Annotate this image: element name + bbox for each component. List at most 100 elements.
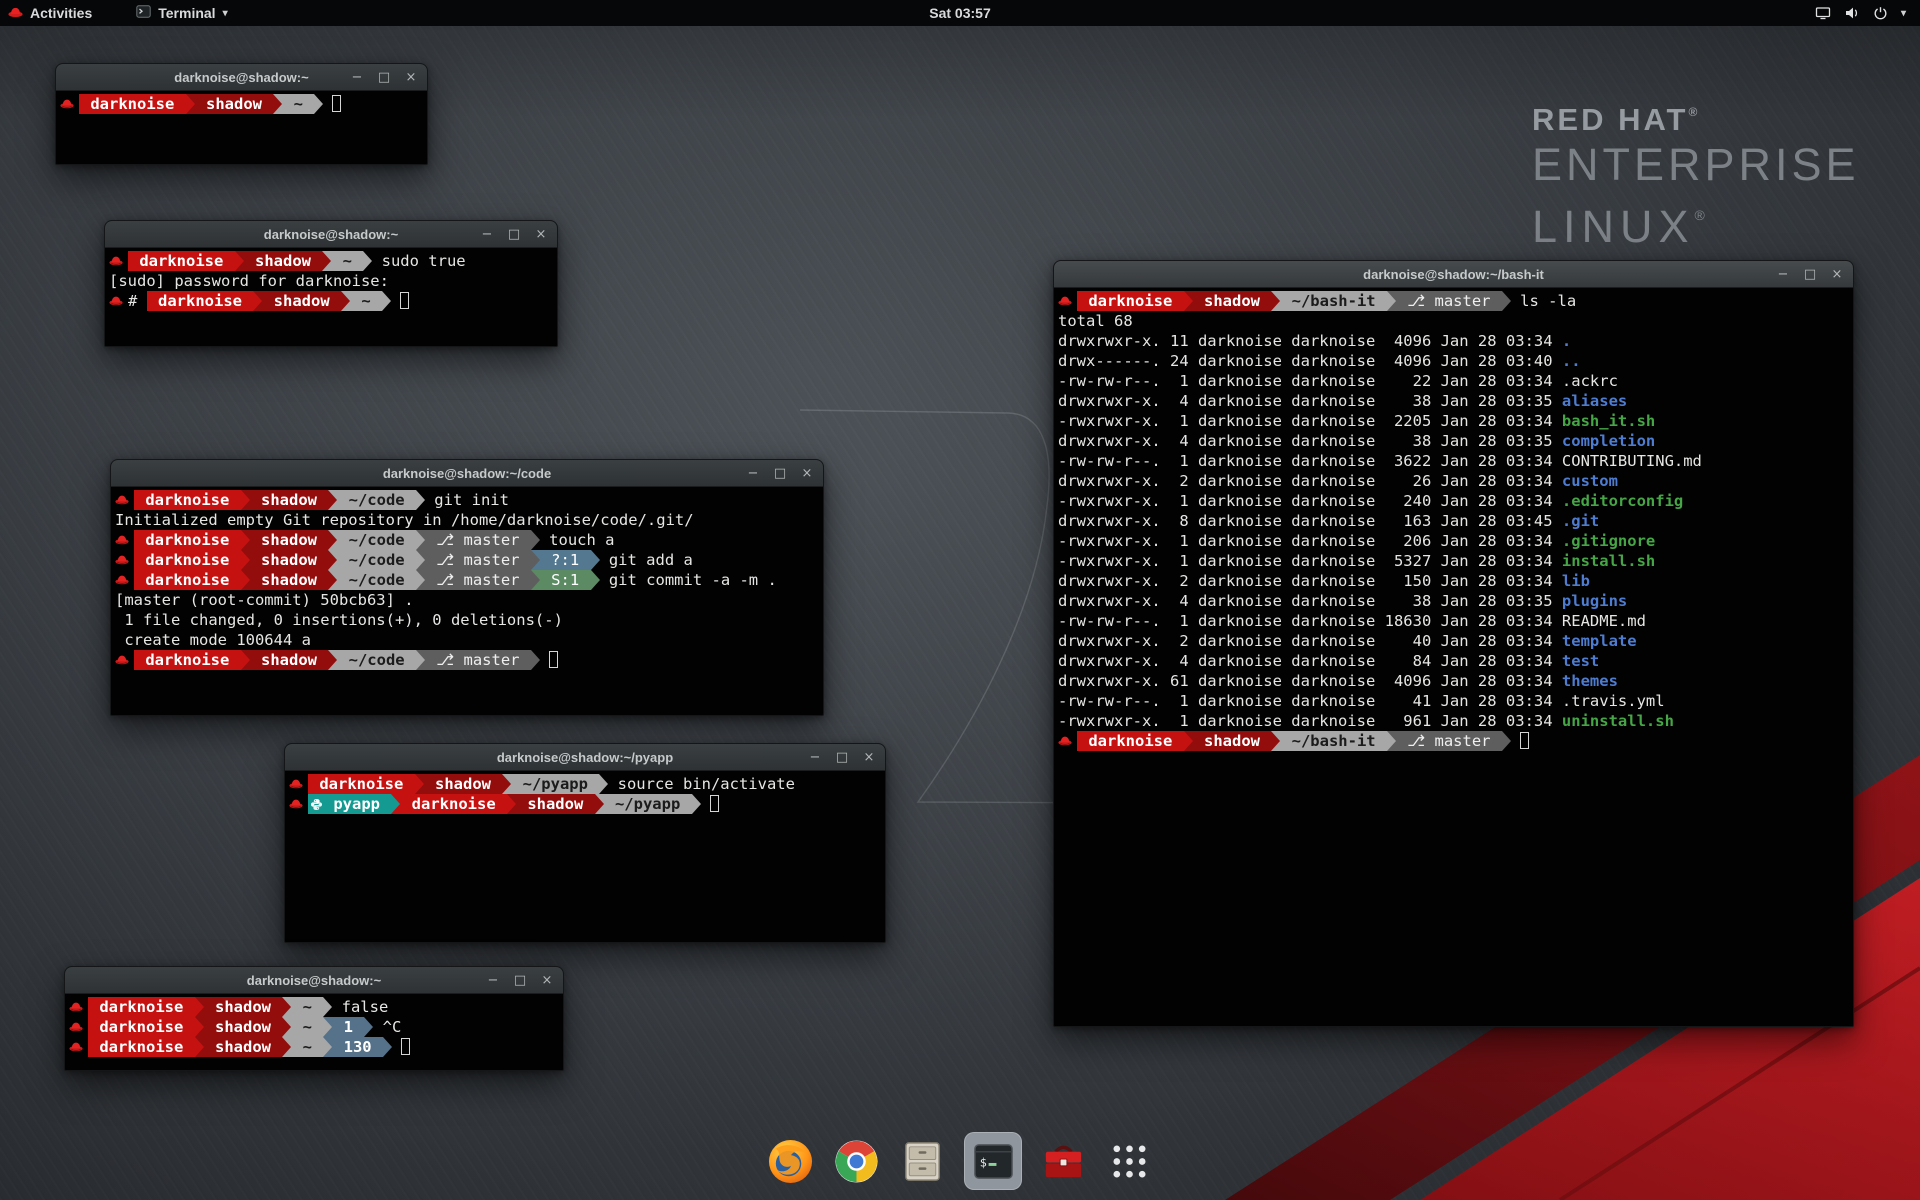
top-bar: Activities Terminal ▾ Sat 03:57 ▾ — [0, 0, 1920, 26]
terminal-line: darknoise shadow ~ 130 — [69, 1037, 563, 1057]
minimize-button[interactable]: − — [350, 71, 364, 84]
redhat-prompt-icon — [115, 570, 134, 590]
prompt-segment-user: darknoise — [147, 291, 254, 311]
terminal-text: git add a — [600, 551, 693, 569]
terminal-cursor — [1520, 732, 1529, 749]
window-titlebar[interactable]: darknoise@shadow:~/pyapp−□× — [285, 744, 885, 771]
powerline-arrow — [502, 774, 511, 794]
close-button[interactable]: × — [534, 228, 548, 241]
terminal-content[interactable]: darknoise shadow ~/code git initInitiali… — [111, 487, 823, 715]
redhat-logo-icon — [8, 5, 23, 21]
terminal-window[interactable]: darknoise@shadow:~−□× darknoise shadow ~… — [104, 220, 558, 347]
terminal-text: [sudo] password for darknoise: — [109, 272, 389, 290]
files-icon[interactable] — [898, 1137, 947, 1186]
redhat-prompt-icon — [109, 251, 128, 271]
terminal-content[interactable]: darknoise shadow ~ false darknoise shado… — [65, 994, 563, 1070]
terminal-text: -rw-rw-r--. 1 darknoise darknoise 22 Jan… — [1058, 372, 1618, 390]
app-menu-terminal[interactable]: Terminal ▾ — [126, 0, 237, 26]
prompt-segment-user: darknoise — [1077, 731, 1184, 751]
terminal-line: drwxrwxr-x. 4 darknoise darknoise 38 Jan… — [1058, 591, 1853, 611]
terminal-cursor — [710, 795, 719, 812]
powerline-arrow — [282, 997, 291, 1017]
terminal-text: completion — [1562, 432, 1655, 450]
terminal-line: darknoise shadow ~/code ⎇ master S:1 git… — [115, 570, 823, 590]
window-titlebar[interactable]: darknoise@shadow:~−□× — [65, 967, 563, 994]
maximize-button[interactable]: □ — [835, 751, 849, 764]
terminal-text: .gitignore — [1562, 532, 1655, 550]
close-button[interactable]: × — [800, 467, 814, 480]
terminal-window[interactable]: darknoise@shadow:~/bash-it−□× darknoise … — [1053, 260, 1854, 1027]
terminal-window[interactable]: darknoise@shadow:~−□× darknoise shadow ~… — [64, 966, 564, 1071]
powerline-arrow — [241, 570, 250, 590]
powerline-arrow — [415, 774, 424, 794]
svg-text:$: $ — [979, 1155, 986, 1169]
terminal-line: -rw-rw-r--. 1 darknoise darknoise 3622 J… — [1058, 451, 1853, 471]
maximize-button[interactable]: □ — [773, 467, 787, 480]
terminal-text: sudo true — [372, 252, 465, 270]
terminal-content[interactable]: darknoise shadow ~/pyapp source bin/acti… — [285, 771, 885, 942]
terminal-text: drwxrwxr-x. 4 darknoise darknoise 38 Jan… — [1058, 592, 1562, 610]
terminal-content[interactable]: darknoise shadow ~/bash-it ⎇ master ls -… — [1054, 288, 1853, 1026]
prompt-segment-host: shadow — [516, 794, 595, 814]
terminal-text: test — [1562, 652, 1599, 670]
terminal-text: install.sh — [1562, 552, 1655, 570]
close-button[interactable]: × — [540, 974, 554, 987]
minimize-button[interactable]: − — [808, 751, 822, 764]
terminal-line: # darknoise shadow ~ — [109, 291, 557, 311]
powerline-arrow — [241, 530, 250, 550]
redhat-prompt-icon — [115, 530, 134, 550]
window-titlebar[interactable]: darknoise@shadow:~/code−□× — [111, 460, 823, 487]
minimize-button[interactable]: − — [1776, 268, 1790, 281]
terminal-line: drwxrwxr-x. 2 darknoise darknoise 26 Jan… — [1058, 471, 1853, 491]
window-titlebar[interactable]: darknoise@shadow:~/bash-it−□× — [1054, 261, 1853, 288]
firefox-icon[interactable] — [766, 1137, 815, 1186]
window-titlebar[interactable]: darknoise@shadow:~−□× — [56, 64, 427, 91]
prompt-segment-user: darknoise — [88, 997, 195, 1017]
minimize-button[interactable]: − — [486, 974, 500, 987]
minimize-button[interactable]: − — [746, 467, 760, 480]
terminal-line: drwxrwxr-x. 11 darknoise darknoise 4096 … — [1058, 331, 1853, 351]
close-button[interactable]: × — [862, 751, 876, 764]
powerline-arrow — [599, 774, 608, 794]
terminal-line: darknoise shadow ~/pyapp source bin/acti… — [289, 774, 885, 794]
maximize-button[interactable]: □ — [377, 71, 391, 84]
terminal-content[interactable]: darknoise shadow ~ — [56, 91, 427, 164]
prompt-segment-user: darknoise — [1077, 291, 1184, 311]
redhat-prompt-icon — [60, 94, 79, 114]
terminal-window[interactable]: darknoise@shadow:~−□× darknoise shadow ~ — [55, 63, 428, 165]
terminal-window[interactable]: darknoise@shadow:~/code−□× darknoise sha… — [110, 459, 824, 716]
powerline-arrow — [282, 1017, 291, 1037]
maximize-button[interactable]: □ — [513, 974, 527, 987]
app-grid-icon[interactable] — [1105, 1137, 1154, 1186]
prompt-segment-host: shadow — [250, 570, 329, 590]
minimize-button[interactable]: − — [480, 228, 494, 241]
chrome-icon[interactable] — [832, 1137, 881, 1186]
terminal-window[interactable]: darknoise@shadow:~/pyapp−□× darknoise sh… — [284, 743, 886, 943]
powerline-arrow — [241, 550, 250, 570]
powerline-arrow — [195, 1017, 204, 1037]
toolbox-icon[interactable] — [1039, 1137, 1088, 1186]
clock[interactable]: Sat 03:57 — [929, 0, 990, 26]
terminal-text: drwxrwxr-x. 2 darknoise darknoise 150 Ja… — [1058, 572, 1562, 590]
prompt-segment-path: ~ — [331, 251, 363, 271]
terminal-text: uninstall.sh — [1562, 712, 1674, 730]
terminal-text: false — [332, 998, 388, 1016]
system-status-area[interactable]: ▾ — [1805, 0, 1916, 26]
close-button[interactable]: × — [404, 71, 418, 84]
terminal-text: . — [1562, 332, 1571, 350]
window-titlebar[interactable]: darknoise@shadow:~−□× — [105, 221, 557, 248]
terminal-icon[interactable]: $ — [964, 1132, 1022, 1190]
prompt-segment-user: darknoise — [308, 774, 415, 794]
maximize-button[interactable]: □ — [507, 228, 521, 241]
maximize-button[interactable]: □ — [1803, 268, 1817, 281]
prompt-segment-path: ~/pyapp — [604, 794, 692, 814]
terminal-text: -rw-rw-r--. 1 darknoise darknoise 41 Jan… — [1058, 692, 1665, 710]
prompt-segment-user: darknoise — [88, 1037, 195, 1057]
terminal-content[interactable]: darknoise shadow ~ sudo true[sudo] passw… — [105, 248, 557, 346]
terminal-text: -rw-rw-r--. 1 darknoise darknoise 3622 J… — [1058, 452, 1702, 470]
prompt-segment-host: shadow — [424, 774, 503, 794]
prompt-segment-git: ⎇ master — [1396, 731, 1502, 751]
close-button[interactable]: × — [1830, 268, 1844, 281]
redhat-prompt-icon — [69, 1017, 88, 1037]
activities-button[interactable]: Activities — [0, 0, 102, 26]
